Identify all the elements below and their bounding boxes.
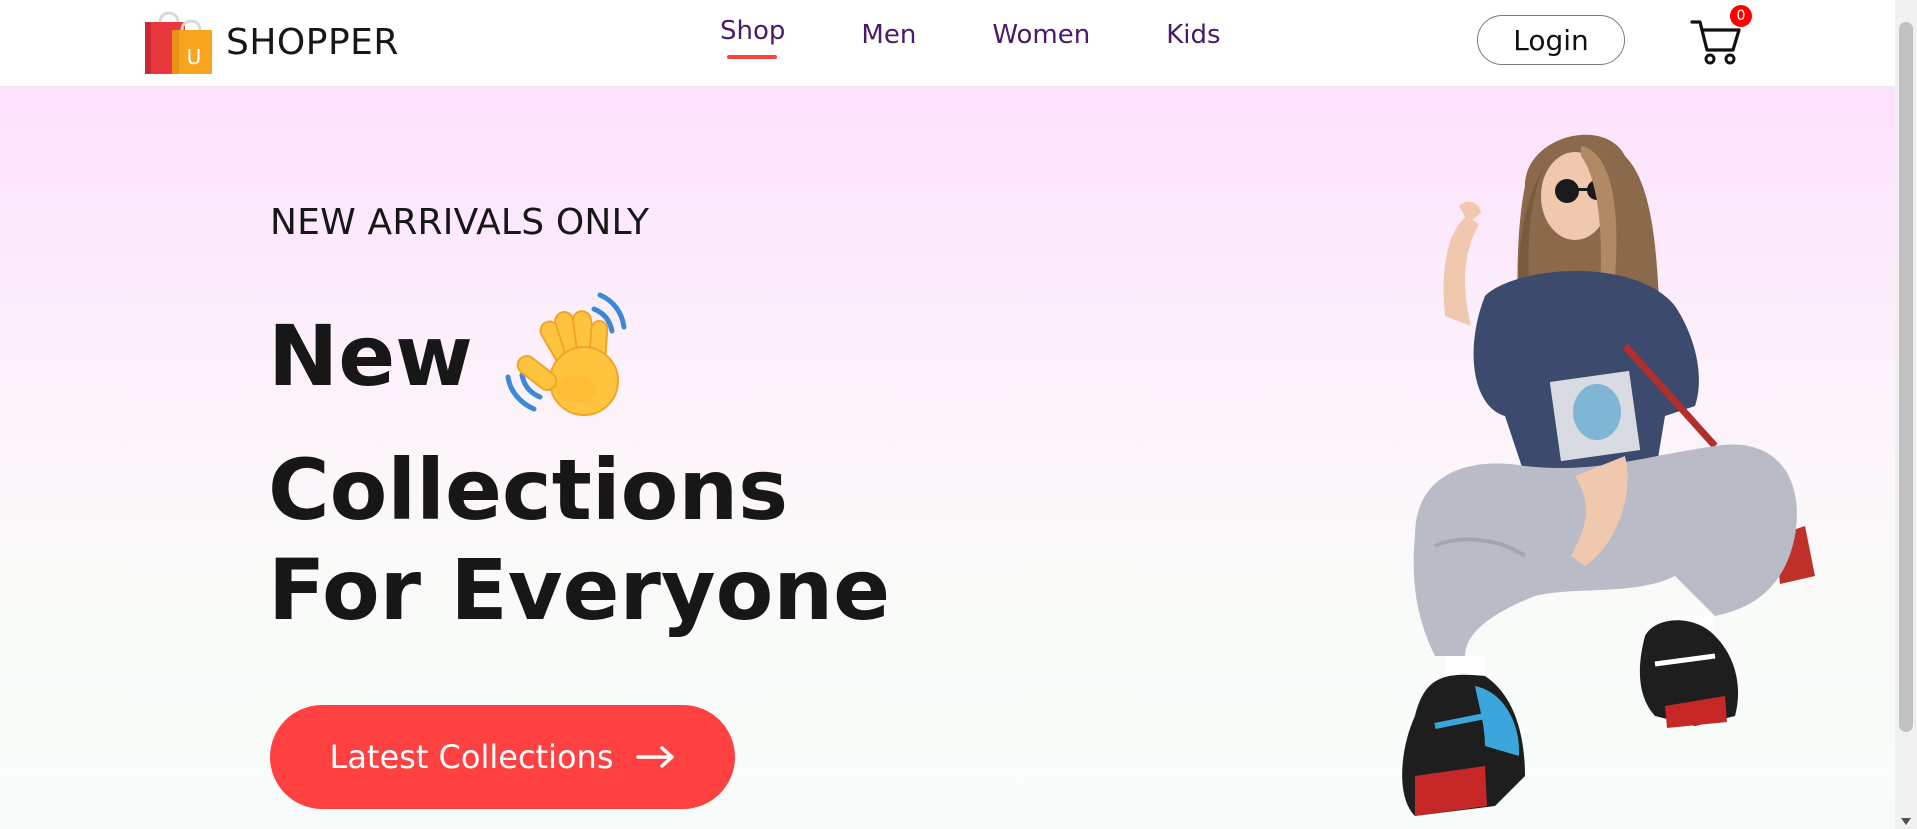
scrollbar-thumb[interactable] — [1899, 22, 1913, 732]
nav-item-women[interactable]: Women — [992, 20, 1090, 50]
model-photo — [1402, 134, 1815, 816]
logo-letter: U — [187, 45, 202, 69]
vertical-scrollbar[interactable] — [1895, 0, 1917, 829]
nav-item-label: Kids — [1166, 20, 1221, 50]
login-button[interactable]: Login — [1477, 15, 1625, 65]
waving-hand-icon — [505, 292, 627, 416]
hero-headline-line3: For Everyone — [268, 541, 891, 639]
main-nav: Shop Men Women Kids — [720, 16, 1297, 59]
arrow-right-icon — [635, 746, 674, 768]
latest-collections-button[interactable]: Latest Collections — [270, 705, 735, 809]
hero-subtitle: NEW ARRIVALS ONLY — [270, 202, 650, 243]
navbar: U SHOPPER Shop Men Women Kids Login 0 — [0, 0, 1895, 87]
hero-headline-line2: Collections — [268, 441, 789, 539]
nav-item-label: Men — [861, 20, 917, 50]
nav-item-kids[interactable]: Kids — [1166, 20, 1220, 50]
active-underline — [727, 55, 777, 59]
nav-item-label: Women — [992, 20, 1091, 50]
scroll-down-arrow-icon[interactable] — [1901, 818, 1911, 825]
brand-name: SHOPPER — [226, 21, 399, 63]
nav-item-label: Shop — [720, 16, 786, 46]
hero-headline-line1: New — [268, 307, 473, 405]
cta-label: Latest Collections — [329, 738, 614, 776]
nav-item-men[interactable]: Men — [861, 20, 916, 50]
brand-logo[interactable]: U SHOPPER — [142, 8, 399, 76]
nav-item-shop[interactable]: Shop — [720, 16, 786, 59]
hero-section: NEW ARRIVALS ONLY New Collections For Ev… — [0, 86, 1895, 829]
cart-count-badge: 0 — [1730, 5, 1752, 27]
shopping-bag-icon: U — [145, 11, 212, 74]
